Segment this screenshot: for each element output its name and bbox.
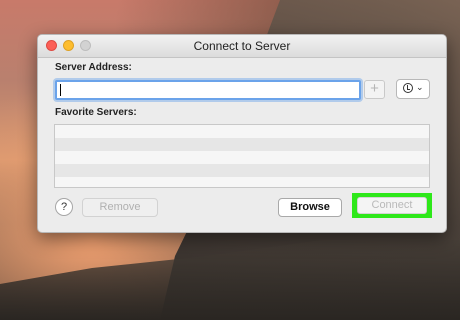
list-item[interactable] bbox=[55, 177, 429, 187]
server-address-label: Server Address: bbox=[55, 62, 132, 73]
title-bar[interactable]: Connect to Server bbox=[38, 35, 446, 58]
add-favorite-button[interactable]: + bbox=[364, 80, 385, 99]
text-caret bbox=[60, 84, 61, 96]
recent-servers-button[interactable]: ⌄ bbox=[396, 79, 430, 99]
plus-icon: + bbox=[370, 80, 379, 97]
help-button[interactable]: ? bbox=[55, 198, 73, 216]
browse-button[interactable]: Browse bbox=[278, 198, 342, 217]
list-item[interactable] bbox=[55, 138, 429, 151]
favorite-servers-label: Favorite Servers: bbox=[55, 107, 137, 118]
list-item[interactable] bbox=[55, 164, 429, 177]
connect-button[interactable]: Connect bbox=[357, 197, 427, 214]
clock-icon bbox=[403, 83, 413, 93]
server-address-input[interactable] bbox=[55, 80, 361, 100]
connect-to-server-dialog: Connect to Server Server Address: + ⌄ Fa… bbox=[37, 34, 447, 233]
list-item[interactable] bbox=[55, 151, 429, 164]
chevron-down-icon: ⌄ bbox=[416, 82, 424, 92]
connect-highlight: Connect bbox=[352, 193, 432, 218]
window-title: Connect to Server bbox=[193, 39, 291, 53]
favorite-servers-list[interactable] bbox=[54, 124, 430, 188]
list-item[interactable] bbox=[55, 125, 429, 138]
remove-button[interactable]: Remove bbox=[82, 198, 158, 217]
